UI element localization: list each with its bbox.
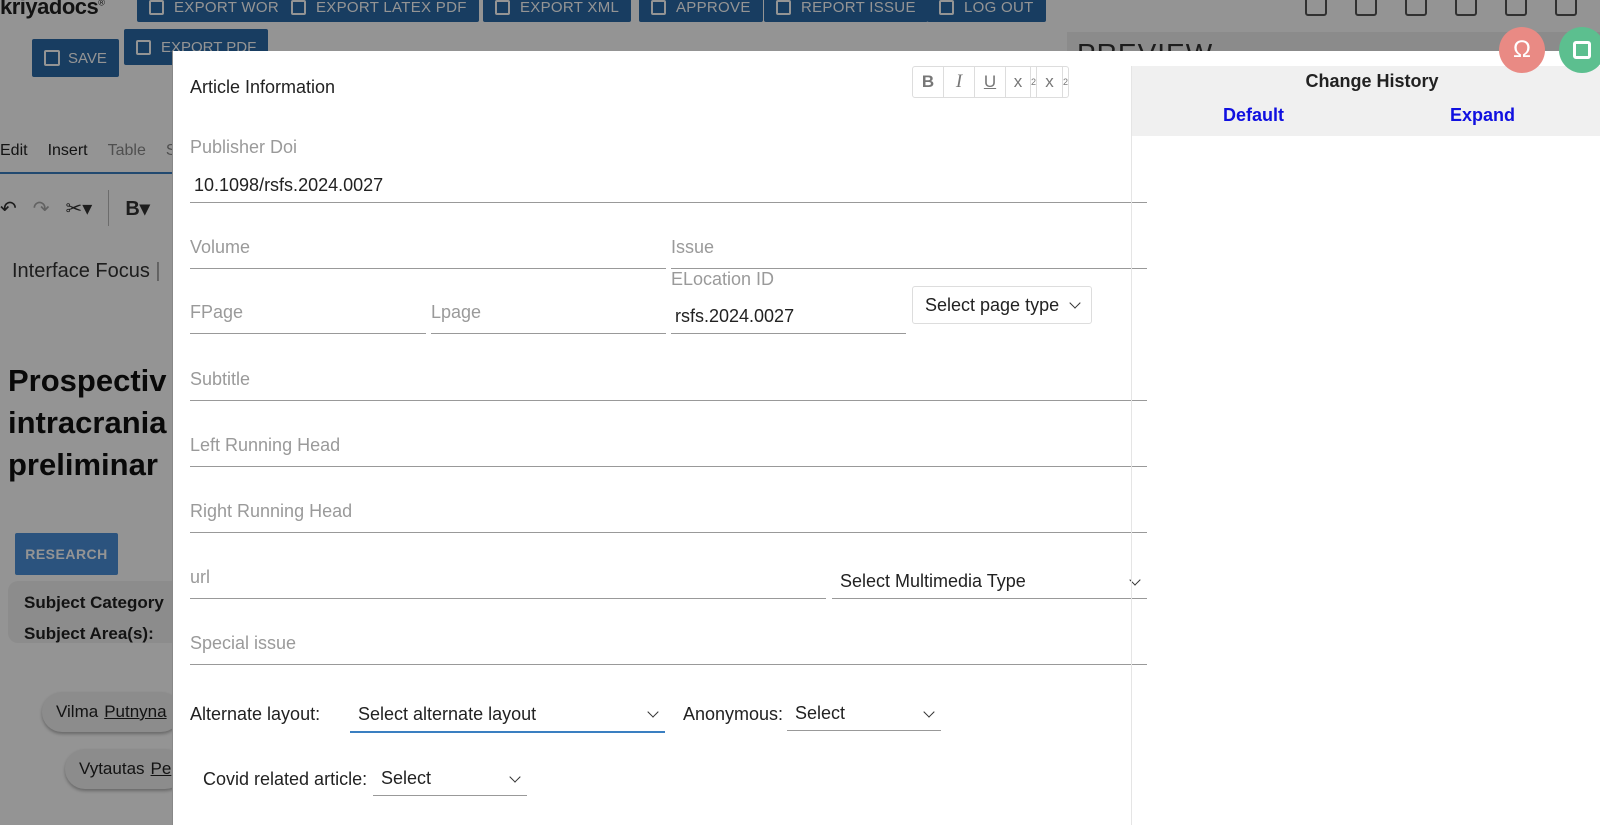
multimedia-type-select[interactable]: Select Multimedia Type bbox=[832, 565, 1147, 599]
change-history-panel: Change History Default Expand bbox=[1131, 66, 1600, 825]
special-issue-field[interactable]: Special issue bbox=[190, 615, 1147, 665]
omega-icon: Ω bbox=[1513, 36, 1531, 63]
italic-button[interactable]: I bbox=[944, 67, 975, 97]
subtitle-field[interactable]: Subtitle bbox=[190, 351, 1147, 401]
url-field[interactable]: url bbox=[190, 549, 826, 599]
alternate-layout-label: Alternate layout: bbox=[190, 704, 321, 724]
bold-button[interactable]: B bbox=[913, 67, 944, 97]
anonymous-select[interactable]: Select bbox=[787, 697, 941, 731]
floating-save-button[interactable] bbox=[1559, 27, 1600, 73]
modal-title: Article Information bbox=[190, 77, 336, 97]
covid-article-label: Covid related article: bbox=[203, 769, 368, 789]
elocation-id-field[interactable]: ELocation ID rsfs.2024.0027 bbox=[671, 269, 906, 334]
alternate-layout-select[interactable]: Select alternate layout bbox=[350, 697, 665, 733]
right-running-head-field[interactable]: Right Running Head bbox=[190, 483, 1147, 533]
publisher-doi-value: 10.1098/rsfs.2024.0027 bbox=[194, 175, 384, 195]
fpage-field[interactable]: FPage bbox=[190, 301, 426, 334]
save-icon bbox=[1573, 41, 1591, 59]
covid-article-select[interactable]: Select bbox=[373, 762, 527, 796]
anonymous-label: Anonymous: bbox=[683, 704, 784, 724]
issue-field[interactable]: Issue bbox=[671, 234, 1147, 269]
chevron-down-icon bbox=[923, 705, 935, 718]
publisher-doi-label: Publisher Doi bbox=[190, 137, 298, 157]
article-information-modal: Article Information B I U x2 x2 Publishe… bbox=[172, 51, 1600, 825]
publisher-doi-field[interactable]: Publisher Doi 10.1098/rsfs.2024.0027 bbox=[190, 137, 1147, 203]
left-running-head-field[interactable]: Left Running Head bbox=[190, 417, 1147, 467]
format-toolbar: B I U x2 x2 bbox=[912, 66, 1069, 98]
superscript-button[interactable]: x2 bbox=[1006, 67, 1037, 97]
expand-link[interactable]: Expand bbox=[1450, 105, 1515, 126]
change-history-header: Change History Default Expand bbox=[1132, 66, 1600, 136]
default-link[interactable]: Default bbox=[1223, 105, 1284, 126]
volume-field[interactable]: Volume bbox=[190, 234, 666, 269]
elocation-id-label: ELocation ID bbox=[671, 269, 775, 289]
elocation-id-value: rsfs.2024.0027 bbox=[675, 306, 795, 326]
chevron-down-icon bbox=[509, 770, 521, 783]
underline-button[interactable]: U bbox=[975, 67, 1006, 97]
special-characters-button[interactable]: Ω bbox=[1499, 27, 1545, 73]
chevron-down-icon bbox=[1069, 297, 1081, 309]
change-history-title: Change History bbox=[1305, 71, 1439, 91]
subscript-button[interactable]: x2 bbox=[1037, 67, 1068, 97]
chevron-down-icon bbox=[647, 706, 659, 718]
lpage-field[interactable]: Lpage bbox=[431, 301, 666, 334]
page-type-select[interactable]: Select page type bbox=[912, 286, 1092, 324]
